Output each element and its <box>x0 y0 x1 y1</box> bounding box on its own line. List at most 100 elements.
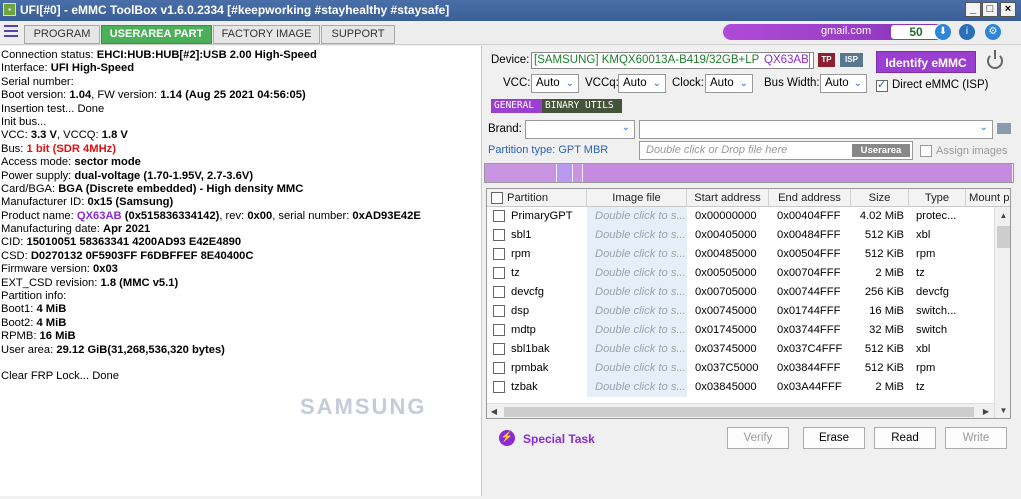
cell-image[interactable]: Double click to s... <box>587 207 687 226</box>
table-row[interactable]: tz Double click to s... 0x00505000 0x00704F… <box>487 264 994 283</box>
table-row[interactable]: PrimaryGPT Double click to s... 0x00000000… <box>487 207 994 226</box>
close-icon[interactable]: × <box>1000 2 1016 17</box>
cell-type: protec... <box>916 210 957 222</box>
file-path-select[interactable]: ⌄ <box>639 120 993 139</box>
tab-factory-image[interactable]: FACTORY IMAGE <box>213 25 320 44</box>
row-checkbox[interactable] <box>493 267 505 279</box>
partition-segment[interactable] <box>556 164 573 182</box>
cell-type: tz <box>916 267 925 279</box>
direct-emmc-checkbox[interactable] <box>876 78 888 92</box>
row-checkbox[interactable] <box>493 286 505 298</box>
col-image-file[interactable]: Image file <box>587 189 687 207</box>
partition-segment[interactable] <box>485 164 557 182</box>
cell-image[interactable]: Double click to s... <box>587 226 687 245</box>
cell-size: 512 KiB <box>864 248 904 260</box>
log-line: Insertion test... Done <box>1 102 105 115</box>
partition-segment[interactable] <box>582 164 1013 182</box>
horizontal-scrollbar[interactable]: ◀ ▶ <box>487 403 994 418</box>
direct-emmc-label: Direct eMMC (ISP) <box>892 79 989 91</box>
maximize-icon[interactable]: □ <box>982 2 998 17</box>
tab-userarea-part[interactable]: USERAREA PART <box>101 25 212 44</box>
minimize-icon[interactable]: _ <box>965 2 981 17</box>
partition-segment[interactable] <box>572 164 583 182</box>
cell-start: 0x00485000 <box>695 248 757 260</box>
table-row[interactable]: sbl1 Double click to s... 0x00405000 0x0048… <box>487 226 994 245</box>
row-checkbox[interactable] <box>493 210 505 222</box>
cell-type: devcfg <box>916 286 949 298</box>
account-bar[interactable]: gmail.com 50 <box>723 24 943 40</box>
subtab-general[interactable]: GENERAL <box>491 99 542 113</box>
cell-name: rpm <box>511 248 531 260</box>
buswidth-select[interactable]: Auto ⌄ <box>820 74 867 93</box>
scroll-down-icon[interactable]: ▼ <box>995 402 1010 418</box>
special-task-icon[interactable]: ⚡ <box>499 430 515 446</box>
row-checkbox[interactable] <box>493 324 505 336</box>
hscroll-thumb[interactable] <box>504 407 974 417</box>
read-button[interactable]: Read <box>874 427 936 449</box>
cell-size: 16 MiB <box>869 305 904 317</box>
table-row[interactable]: rpmbak Double click to s... 0x037C5000 0x03… <box>487 359 994 378</box>
write-button[interactable]: Write <box>945 427 1007 449</box>
cell-image[interactable]: Double click to s... <box>587 245 687 264</box>
tab-support[interactable]: SUPPORT <box>321 25 395 44</box>
userarea-button[interactable]: Userarea <box>852 144 910 157</box>
info-icon[interactable]: i <box>959 24 975 40</box>
special-task-link[interactable]: Special Task <box>523 432 595 446</box>
settings-gear-icon[interactable]: ⚙ <box>985 24 1001 40</box>
col-partition[interactable]: Partition <box>505 189 587 207</box>
row-checkbox[interactable] <box>493 343 505 355</box>
scroll-right-icon[interactable]: ▶ <box>979 404 993 418</box>
clock-label: Clock: <box>672 77 704 89</box>
power-icon[interactable] <box>987 50 1003 69</box>
col-start-address[interactable]: Start address <box>687 189 769 207</box>
col-type[interactable]: Type <box>909 189 966 207</box>
cell-image[interactable]: Double click to s... <box>587 302 687 321</box>
table-row[interactable]: dsp Double click to s... 0x00745000 0x01744… <box>487 302 994 321</box>
device-chip: QX63AB <box>764 52 810 69</box>
download-icon[interactable]: ⬇ <box>935 24 951 40</box>
row-checkbox[interactable] <box>493 381 505 393</box>
vccq-select[interactable]: Auto ⌄ <box>618 74 666 93</box>
assign-images-checkbox[interactable] <box>920 145 932 157</box>
verify-button[interactable]: Verify <box>727 427 789 449</box>
subtab-binary-utils[interactable]: BINARY UTILS <box>542 99 622 113</box>
brand-select[interactable]: ⌄ <box>525 120 635 139</box>
samsung-watermark: SAMSUNG <box>300 394 427 419</box>
identify-emmc-button[interactable]: Identify eMMC <box>876 51 976 73</box>
vcc-select[interactable]: Auto ⌄ <box>531 74 579 93</box>
row-checkbox[interactable] <box>493 248 505 260</box>
tab-program[interactable]: PROGRAM <box>24 25 100 44</box>
cell-image[interactable]: Double click to s... <box>587 283 687 302</box>
ufi-app-icon: ▪ <box>3 3 16 16</box>
table-row[interactable]: sbl1bak Double click to s... 0x03745000 0x0… <box>487 340 994 359</box>
cell-image[interactable]: Double click to s... <box>587 321 687 340</box>
erase-button[interactable]: Erase <box>803 427 865 449</box>
log-panel: Connection status: EHCI:HUB:HUB[#2]:USB … <box>0 46 482 496</box>
folder-icon[interactable] <box>997 123 1011 134</box>
row-checkbox[interactable] <box>493 362 505 374</box>
col-mount-point[interactable]: Mount p <box>966 189 1010 207</box>
cell-image[interactable]: Double click to s... <box>587 340 687 359</box>
cell-image[interactable]: Double click to s... <box>587 378 687 397</box>
clock-select[interactable]: Auto ⌄ <box>705 74 753 93</box>
row-checkbox[interactable] <box>493 229 505 241</box>
table-row[interactable]: devcfg Double click to s... 0x00705000 0x00… <box>487 283 994 302</box>
cell-image[interactable]: Double click to s... <box>587 264 687 283</box>
vertical-scrollbar[interactable]: ▲ ▼ <box>994 207 1010 418</box>
cell-type: rpm <box>916 248 936 260</box>
table-row[interactable]: mdtp Double click to s... 0x01745000 0x0374… <box>487 321 994 340</box>
cell-image[interactable]: Double click to s... <box>587 359 687 378</box>
scroll-left-icon[interactable]: ◀ <box>487 404 501 418</box>
scroll-up-icon[interactable]: ▲ <box>995 207 1010 224</box>
row-checkbox[interactable] <box>493 305 505 317</box>
table-row[interactable]: rpm Double click to s... 0x00485000 0x00504… <box>487 245 994 264</box>
table-row[interactable]: tzbak Double click to s... 0x03845000 0x03A… <box>487 378 994 397</box>
scroll-thumb[interactable] <box>997 226 1010 248</box>
col-size[interactable]: Size <box>851 189 909 207</box>
cell-name: tzbak <box>511 381 538 393</box>
log-line: Partition info: <box>1 290 67 303</box>
hamburger-menu-icon[interactable] <box>4 25 18 39</box>
col-end-address[interactable]: End address <box>769 189 851 207</box>
select-all-checkbox[interactable] <box>491 192 503 204</box>
chevron-down-icon: ⌄ <box>652 78 661 89</box>
